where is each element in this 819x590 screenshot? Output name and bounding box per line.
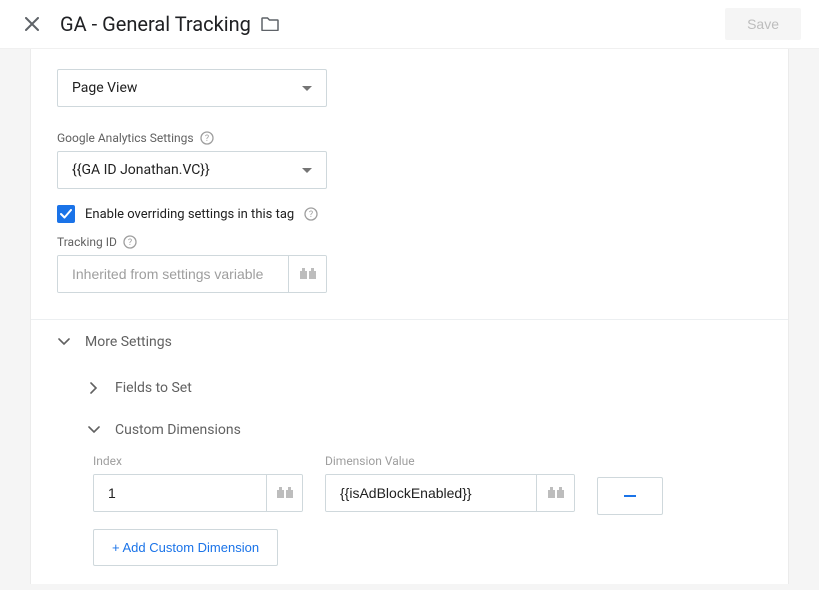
- close-icon[interactable]: [18, 17, 46, 31]
- dimension-index-input[interactable]: [94, 475, 266, 511]
- variable-picker-icon[interactable]: [288, 256, 326, 292]
- fields-to-set-toggle[interactable]: Fields to Set: [31, 370, 788, 406]
- help-icon[interactable]: ?: [123, 235, 137, 249]
- custom-dimensions-label: Custom Dimensions: [115, 422, 241, 438]
- chevron-right-icon: [87, 381, 101, 395]
- ga-settings-value: {{GA ID Jonathan.VC}}: [72, 162, 210, 178]
- fields-to-set-label: Fields to Set: [115, 380, 192, 396]
- index-label: Index: [93, 454, 303, 468]
- ga-settings-select[interactable]: {{GA ID Jonathan.VC}}: [57, 151, 327, 189]
- svg-text:?: ?: [128, 238, 132, 248]
- more-settings-label: More Settings: [85, 334, 172, 350]
- svg-text:?: ?: [204, 134, 208, 144]
- ga-settings-label: Google Analytics Settings: [57, 131, 194, 145]
- folder-icon[interactable]: [261, 17, 279, 31]
- help-icon[interactable]: ?: [200, 131, 214, 145]
- save-button[interactable]: Save: [725, 8, 801, 40]
- dimension-value-label: Dimension Value: [325, 454, 575, 468]
- override-label: Enable overriding settings in this tag: [85, 207, 294, 222]
- add-custom-dimension-button[interactable]: + Add Custom Dimension: [93, 529, 278, 566]
- more-settings-toggle[interactable]: More Settings: [31, 324, 788, 360]
- dimension-value-input[interactable]: [326, 475, 536, 511]
- tracking-id-label: Tracking ID: [57, 235, 117, 249]
- chevron-down-icon: [302, 86, 312, 91]
- custom-dimensions-toggle[interactable]: Custom Dimensions: [31, 412, 788, 448]
- chevron-down-icon: [302, 168, 312, 173]
- track-type-select[interactable]: Page View: [57, 69, 327, 107]
- help-icon[interactable]: ?: [304, 207, 318, 221]
- tracking-id-input[interactable]: [58, 256, 288, 292]
- track-type-value: Page View: [72, 80, 137, 96]
- override-checkbox[interactable]: [57, 205, 75, 223]
- minus-icon: [624, 495, 636, 497]
- page-title: GA - General Tracking: [60, 12, 251, 36]
- remove-dimension-button[interactable]: [597, 477, 663, 515]
- variable-picker-icon[interactable]: [266, 475, 302, 511]
- variable-picker-icon[interactable]: [536, 475, 574, 511]
- chevron-down-icon: [57, 335, 71, 349]
- svg-text:?: ?: [309, 210, 313, 220]
- chevron-down-icon: [87, 423, 101, 437]
